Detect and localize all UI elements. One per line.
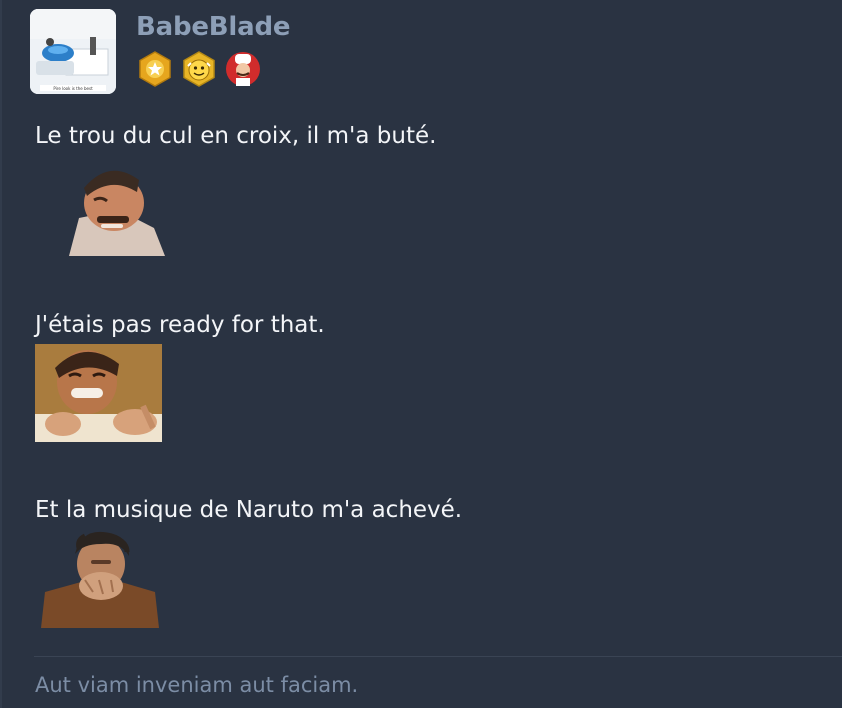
message-line-1: Le trou du cul en croix, il m'a buté.: [35, 123, 437, 149]
star-badge-icon[interactable]: [136, 50, 174, 88]
post-left-border: [0, 0, 2, 708]
username[interactable]: BabeBlade: [136, 12, 291, 42]
man-laughing-into-hands-sticker: [41, 530, 159, 628]
avatar-caption: Pire look is the best: [53, 86, 93, 91]
message-line-2: J'étais pas ready for that.: [35, 312, 325, 338]
risitas-laughing-sticker: [59, 158, 165, 256]
smiley-badge-icon[interactable]: [180, 50, 218, 88]
user-badges: [136, 50, 262, 88]
forum-post: Pire look is the best BabeBlade Le trou …: [0, 0, 842, 708]
user-avatar[interactable]: Pire look is the best: [30, 9, 116, 94]
user-signature: Aut viam inveniam aut faciam.: [35, 673, 359, 697]
message-line-3: Et la musique de Naruto m'a achevé.: [35, 497, 463, 523]
laughing-clapping-man-sticker: [35, 344, 162, 442]
signature-divider: [34, 656, 842, 657]
chef-badge-icon[interactable]: [224, 50, 262, 88]
